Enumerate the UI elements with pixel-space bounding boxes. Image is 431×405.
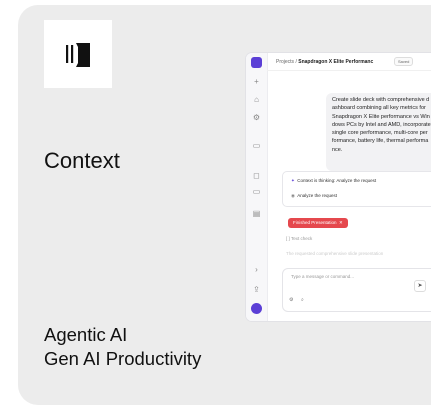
text-check-label: Text check <box>290 236 313 241</box>
message-line: ashboard combining all key metrics for <box>332 105 426 112</box>
settings-icon[interactable]: ⚙ <box>252 113 261 122</box>
thinking-panel[interactable]: ✦ Context is thinking: Analyze the reque… <box>282 171 431 207</box>
product-card: Context + ⌂ ⚙ ▭ ◻ ▭ ▤ › ⇪ Projects / Sna… <box>18 5 431 405</box>
breadcrumb-separator: / <box>295 59 297 65</box>
message-composer[interactable]: ➤ ⚙ ⌕ <box>282 268 431 312</box>
close-icon[interactable]: ✕ <box>338 220 343 225</box>
finished-presentation-chip[interactable]: Finished Presentation ✕ <box>288 218 348 228</box>
app-logo-icon <box>251 57 262 68</box>
avatar[interactable] <box>251 303 262 314</box>
home-icon[interactable]: ⌂ <box>252 95 261 104</box>
add-icon[interactable]: + <box>252 77 261 86</box>
document-icon[interactable]: ▭ <box>252 187 261 196</box>
message-line: nce. <box>332 146 343 153</box>
folder-icon[interactable]: ▤ <box>252 209 261 218</box>
faded-response: The requested comprehensive slide presen… <box>286 251 384 256</box>
check-icon: ◉ <box>291 193 295 198</box>
tag-gen-ai-productivity: Gen AI Productivity <box>44 348 202 369</box>
logo-tile <box>44 20 112 88</box>
window-icon[interactable]: ▭ <box>252 141 261 150</box>
header-divider <box>267 70 431 71</box>
sparkle-icon: ✦ <box>291 178 295 183</box>
thinking-row: ✦ Context is thinking: Analyze the reque… <box>291 178 376 184</box>
settings-icon[interactable]: ⚙ <box>289 297 293 303</box>
share-icon[interactable]: ⇪ <box>252 285 261 294</box>
message-line: formance, battery life, thermal performa <box>332 138 429 145</box>
message-line: Snapdragon X Elite performance vs Win <box>332 113 430 120</box>
user-message: Create slide deck with comprehensive d a… <box>326 93 431 171</box>
tag-list: Agentic AI Gen AI Productivity <box>44 323 201 371</box>
chat-icon[interactable]: ◻ <box>252 171 261 180</box>
saved-badge: Saved <box>394 57 414 66</box>
message-line: dows PCs by Intel and AMD, incorporate <box>332 121 431 128</box>
tag-agentic-ai: Agentic AI <box>44 324 128 345</box>
app-screenshot: + ⌂ ⚙ ▭ ◻ ▭ ▤ › ⇪ Projects / Snapdragon … <box>246 53 431 321</box>
sidebar-rail: + ⌂ ⚙ ▭ ◻ ▭ ▤ › ⇪ <box>246 53 268 321</box>
text-check-status: [ ] Text check <box>286 236 312 241</box>
code-icon: [ ] <box>286 236 290 241</box>
breadcrumb-project: Snapdragon X Elite Performanc <box>298 59 374 65</box>
message-line: single core performance, multi-core per <box>332 130 428 137</box>
chip-label: Finished Presentation <box>293 220 337 225</box>
chevron-right-icon[interactable]: › <box>252 265 261 274</box>
analyze-step[interactable]: ◉ Analyze the request <box>291 193 337 199</box>
context-logo-icon <box>66 43 90 67</box>
send-icon[interactable]: ➤ <box>414 280 426 292</box>
message-line: Create slide deck with comprehensive d <box>332 97 430 103</box>
breadcrumb-root[interactable]: Projects <box>276 59 294 65</box>
thinking-text: Context is thinking: Analyze the request <box>297 178 377 183</box>
message-input[interactable] <box>289 273 403 280</box>
attach-icon[interactable]: ⌕ <box>301 297 304 303</box>
brand-name: Context <box>44 148 120 173</box>
analyze-text: Analyze the request <box>297 193 337 198</box>
breadcrumb: Projects / Snapdragon X Elite Performanc <box>276 59 373 65</box>
